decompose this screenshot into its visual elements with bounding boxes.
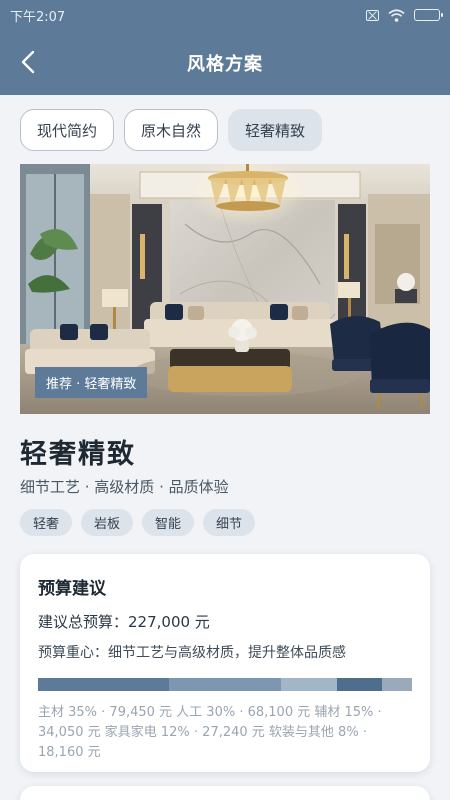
wifi-icon — [388, 8, 405, 22]
budget-segment — [281, 678, 338, 691]
budget-legend: 主材 35% · 79,450 元 人工 30% · 68,100 元 辅材 1… — [38, 705, 382, 760]
style-description: 细节工艺 · 高级材质 · 品质体验 — [20, 478, 229, 496]
budget-segment — [38, 678, 169, 691]
status-bar: 下午2:07 — [0, 0, 450, 30]
page-title: 风格方案 — [187, 53, 263, 75]
status-icons — [366, 8, 443, 22]
tab-natural-wood[interactable]: 原木自然 — [124, 109, 219, 151]
budget-segment — [337, 678, 383, 691]
tag: 轻奢 — [20, 509, 73, 536]
tab-light-luxury[interactable]: 轻奢精致 — [228, 109, 323, 151]
sim-off-icon — [366, 9, 379, 21]
tag: 细节 — [203, 509, 256, 536]
budget-segment — [382, 678, 412, 691]
style-tabs: 现代简约 原木自然 轻奢精致 — [20, 109, 323, 151]
budget-segment — [168, 678, 282, 691]
chevron-left-icon — [21, 50, 35, 74]
status-time: 下午2:07 — [10, 9, 66, 25]
header: 下午2:07 风格方案 — [0, 0, 450, 95]
tag: 智能 — [142, 509, 195, 536]
tab-modern-simple[interactable]: 现代简约 — [20, 109, 115, 151]
style-name: 轻奢精致 — [20, 439, 136, 470]
battery-charging-icon — [414, 9, 443, 21]
next-card — [20, 786, 430, 800]
budget-focus: 预算重心：细节工艺与高级材质，提升整体品质感 — [38, 645, 346, 661]
style-tags: 轻奢 岩板 智能 细节 — [20, 509, 256, 536]
budget-title: 预算建议 — [38, 579, 106, 599]
budget-card: 预算建议 建议总预算：227,000 元 预算重心：细节工艺与高级材质，提升整体… — [20, 554, 430, 772]
tag: 岩板 — [81, 509, 134, 536]
hero-image: 推荐 · 轻奢精致 — [20, 164, 430, 414]
budget-total: 建议总预算：227,000 元 — [38, 613, 210, 631]
nav-bar: 风格方案 — [0, 30, 450, 95]
back-button[interactable] — [8, 42, 48, 82]
recommend-badge: 推荐 · 轻奢精致 — [35, 367, 148, 398]
budget-bar — [38, 678, 412, 691]
